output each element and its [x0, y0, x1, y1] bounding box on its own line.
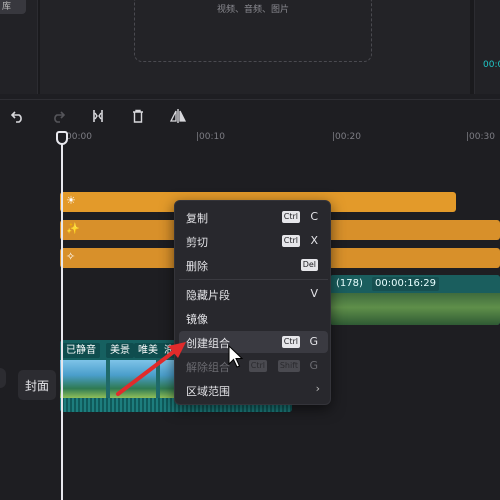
- red-arrow-icon: [116, 342, 186, 396]
- mouse-cursor-icon: [228, 344, 244, 368]
- annotation-overlay: [116, 342, 244, 396]
